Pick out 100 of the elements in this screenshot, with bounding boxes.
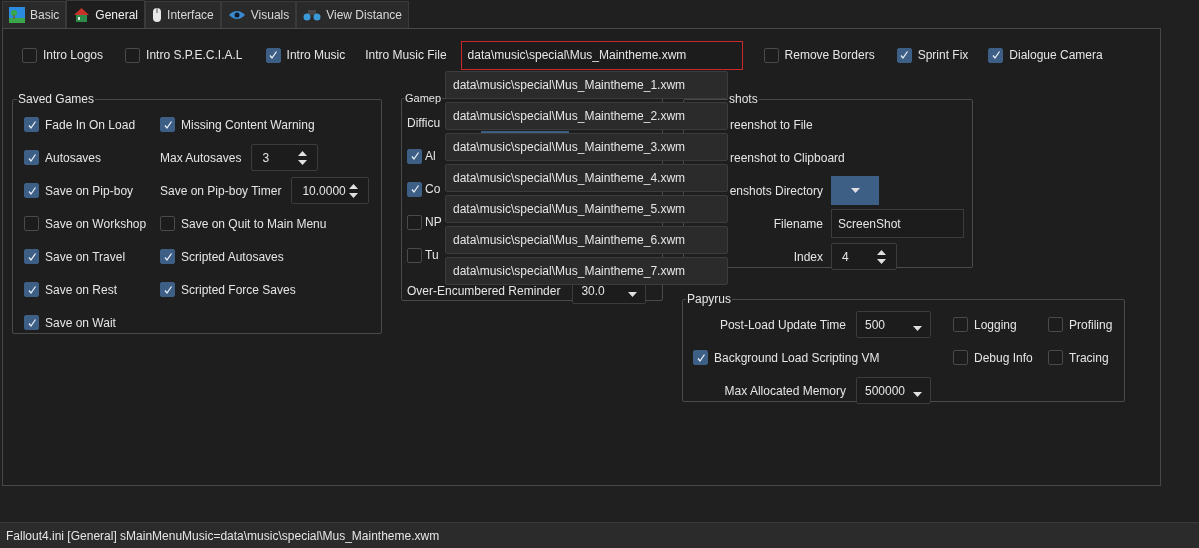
- tab[interactable]: View Distance: [296, 1, 410, 28]
- checkbox[interactable]: [953, 350, 968, 365]
- checkbox[interactable]: [125, 47, 141, 63]
- filename-field[interactable]: ScreenShot: [831, 209, 964, 238]
- checkbox-label: Sprint Fix: [917, 47, 969, 64]
- check-icon: [26, 317, 37, 328]
- field-label: Intro Music File: [365, 47, 447, 64]
- checkbox[interactable]: [896, 47, 912, 63]
- checkbox[interactable]: [953, 317, 968, 332]
- checkbox-label: Tracing: [1069, 349, 1109, 367]
- dropdown-option[interactable]: data\music\special\Mus_Maintheme_7.xwm: [445, 257, 728, 285]
- checkbox-label: Save on Wait: [45, 314, 116, 332]
- checkbox-label: Save on Quit to Main Menu: [181, 215, 327, 233]
- checkbox-label: Intro Logos: [43, 47, 104, 64]
- checkbox[interactable]: [24, 183, 39, 198]
- checkbox-label: Scripted Force Saves: [181, 281, 296, 299]
- dropdown-option[interactable]: data\music\special\Mus_Maintheme_6.xwm: [445, 226, 728, 254]
- status-bar: Fallout4.ini [General] sMainMenuMusic=data\music\special\Mus_Maintheme.xwm: [0, 522, 1199, 548]
- file-path-field[interactable]: data\music\special\Mus_Maintheme.xwm: [460, 40, 743, 70]
- check-icon: [409, 151, 420, 161]
- checkbox[interactable]: [160, 249, 175, 264]
- checkbox-label: Missing Content Warning: [181, 116, 315, 134]
- caret-icon: [913, 392, 922, 397]
- check-icon: [26, 251, 37, 262]
- checkbox[interactable]: [24, 315, 39, 330]
- checkbox[interactable]: [22, 47, 37, 63]
- spin-arrows-icon: [298, 149, 308, 166]
- checkbox[interactable]: [24, 117, 39, 132]
- check-icon: [162, 119, 173, 130]
- checkbox-label: Intro Music: [286, 47, 346, 64]
- checkbox[interactable]: [407, 148, 422, 164]
- check-icon: [26, 284, 37, 295]
- checkbox[interactable]: [407, 247, 422, 263]
- checkbox[interactable]: [1048, 317, 1063, 332]
- checkbox[interactable]: [24, 282, 39, 297]
- checkbox[interactable]: [24, 249, 39, 264]
- checkbox-label: Autosaves: [45, 149, 102, 167]
- caret-icon: [850, 188, 860, 193]
- check-icon: [162, 251, 173, 262]
- check-icon: [26, 152, 37, 163]
- dropdown-option[interactable]: data\music\special\Mus_Maintheme_2.xwm: [445, 102, 728, 130]
- checkbox-label: Dialogue Camera: [1009, 47, 1103, 64]
- landscape-icon: [9, 7, 25, 23]
- spin-label: Save on Pip-boy Timer: [160, 182, 282, 200]
- dropdown-option[interactable]: data\music\special\Mus_Maintheme_3.xwm: [445, 133, 728, 161]
- spin-box[interactable]: 3: [251, 144, 319, 171]
- spin-box[interactable]: 4: [831, 243, 897, 270]
- dropdown-option[interactable]: data\music\special\Mus_Maintheme_4.xwm: [445, 164, 728, 192]
- combo-label: Max Allocated Memory: [724, 382, 846, 400]
- spin-box[interactable]: 10.0000: [291, 177, 370, 204]
- checkbox-label: NP: [425, 214, 442, 231]
- combo-label: Over-Encumbered Reminder: [407, 282, 561, 300]
- checkbox[interactable]: [265, 47, 281, 63]
- checkbox[interactable]: [1048, 350, 1063, 365]
- checkbox[interactable]: [763, 47, 779, 63]
- group-title: Gamep: [404, 91, 443, 106]
- check-icon: [695, 352, 706, 363]
- checkbox[interactable]: [160, 117, 175, 132]
- dropdown-option[interactable]: data\music\special\Mus_Maintheme_1.xwm: [445, 71, 728, 99]
- checkbox-label: Co: [425, 181, 441, 198]
- checkbox-label: Save on Workshop: [45, 215, 147, 233]
- checkbox-label: Fade In On Load: [45, 116, 136, 134]
- field-label: Index: [793, 248, 823, 266]
- checkbox-label: Scripted Autosaves: [181, 248, 284, 266]
- check-icon: [26, 119, 37, 130]
- field-label: enshots Directory: [729, 182, 823, 200]
- group-title: Papyrus: [686, 291, 733, 308]
- checkbox-label: Tu: [425, 247, 439, 264]
- tab[interactable]: Interface: [145, 1, 221, 28]
- group-title: shots: [728, 91, 759, 108]
- checkbox[interactable]: [988, 47, 1004, 63]
- tab[interactable]: Basic: [2, 1, 67, 28]
- eye-icon: [227, 10, 246, 20]
- checkbox[interactable]: [407, 181, 422, 197]
- caret-icon: [628, 292, 638, 297]
- checkbox[interactable]: [407, 214, 422, 230]
- check-icon: [990, 50, 1001, 60]
- checkbox[interactable]: [24, 216, 39, 231]
- mouse-icon: [152, 7, 163, 23]
- tab[interactable]: Visuals: [220, 1, 297, 28]
- combo-box[interactable]: 500000: [856, 377, 931, 404]
- spin-arrows-icon: [877, 248, 886, 265]
- caret-icon: [913, 326, 922, 331]
- spin-arrows-icon: [349, 182, 359, 199]
- check-icon: [268, 50, 279, 60]
- checkbox[interactable]: [160, 216, 175, 231]
- dropdown-option[interactable]: data\music\special\Mus_Maintheme_5.xwm: [445, 195, 728, 223]
- field-label: Filename: [773, 215, 823, 233]
- checkbox[interactable]: [160, 282, 175, 297]
- check-icon: [899, 50, 910, 60]
- checkbox[interactable]: [24, 150, 39, 165]
- house-icon: [73, 6, 91, 23]
- checkbox[interactable]: [693, 350, 708, 365]
- checkbox-label: Debug Info: [974, 349, 1033, 367]
- tab[interactable]: General: [66, 0, 146, 28]
- combo-label: Difficu: [407, 115, 441, 132]
- combo-box[interactable]: 500: [856, 311, 931, 338]
- checkbox-label: Remove Borders: [784, 47, 875, 64]
- option-label: reenshot to File: [730, 116, 814, 134]
- checkbox-label: Save on Travel: [45, 248, 126, 266]
